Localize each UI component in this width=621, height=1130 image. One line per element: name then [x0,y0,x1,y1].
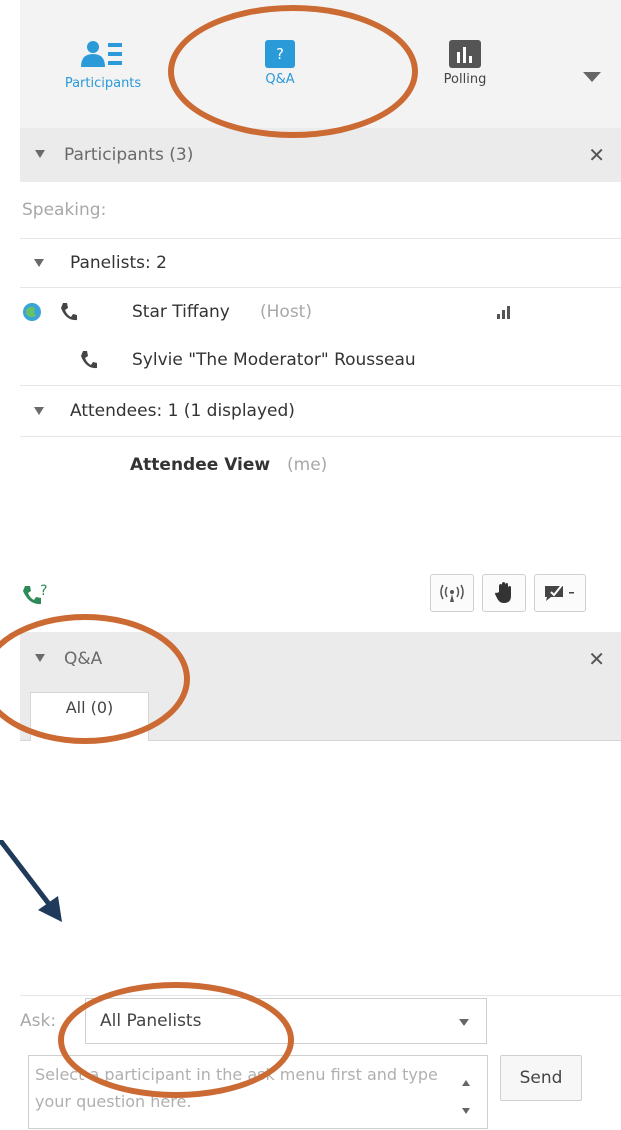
ask-select-value: All Panelists [100,1011,202,1031]
phone-icon [81,351,97,369]
participants-icon [81,41,122,67]
attendees-group-label: Attendees: 1 (1 displayed) [70,401,295,421]
hand-icon [495,582,511,603]
collapse-triangle-icon[interactable] [34,407,44,415]
qa-tab-button[interactable]: ? Q&A [245,40,315,87]
attendees-group-header[interactable]: Attendees: 1 (1 displayed) [20,386,621,437]
question-placeholder: Select a participant in the ask menu fir… [35,1065,438,1111]
speaking-label: Speaking: [22,200,107,220]
participants-panel-header[interactable]: Participants (3) ✕ [20,128,621,182]
qa-tab-strip: All (0) [20,686,621,741]
close-icon[interactable]: ✕ [588,632,605,686]
polling-tab-label: Polling [443,72,487,87]
polling-icon [449,40,481,68]
participant-name: Star Tiffany [132,302,230,322]
polling-tab-button[interactable]: Polling [425,40,505,87]
participants-panel-title: Participants (3) [64,145,194,165]
send-button[interactable]: Send [500,1055,582,1101]
qa-icon: ? [265,40,295,68]
collapse-triangle-icon[interactable] [35,654,45,662]
scroll-down-icon[interactable] [462,1108,470,1114]
participant-role: (Host) [260,302,312,322]
participants-tab-label: Participants [64,76,142,91]
list-item[interactable]: Star Tiffany (Host) [20,290,621,334]
feedback-menu-button[interactable] [534,574,586,612]
list-item[interactable]: Attendee View (me) [20,440,621,490]
participant-name: Sylvie "The Moderator" Rousseau [132,350,416,370]
phone-icon [61,303,77,321]
close-icon[interactable]: ✕ [588,128,605,182]
qa-panel-header[interactable]: Q&A ✕ [20,632,621,686]
more-menu-chevron-icon[interactable] [583,72,601,82]
panelists-group-label: Panelists: 2 [70,253,167,273]
participants-tab-button[interactable]: Participants [58,40,148,91]
raise-hand-button[interactable] [482,574,526,612]
feedback-chat-icon [545,584,574,601]
collapse-triangle-icon[interactable] [34,259,44,267]
speaking-row: Speaking: [20,183,621,239]
broadcast-button[interactable] [430,574,474,612]
top-toolbar: Participants ? Q&A Polling [20,0,621,128]
call-help-icon[interactable]: ? [22,583,52,613]
participant-name: Attendee View [130,455,271,475]
ask-select[interactable]: All Panelists [85,998,487,1044]
scroll-up-icon[interactable] [462,1080,470,1086]
status-globe-icon [23,303,41,321]
chevron-down-icon [459,1019,469,1026]
question-textarea[interactable]: Select a participant in the ask menu fir… [28,1055,488,1129]
list-item[interactable]: Sylvie "The Moderator" Rousseau [20,336,621,386]
tab-all[interactable]: All (0) [30,692,149,741]
broadcast-icon [440,584,464,602]
participant-role: (me) [287,455,328,475]
audio-level-icon [497,306,510,319]
ask-label: Ask: [20,1011,57,1031]
qa-tab-label: Q&A [265,72,295,87]
collapse-triangle-icon[interactable] [35,150,45,158]
svg-text:?: ? [40,583,47,599]
panelists-group-header[interactable]: Panelists: 2 [20,239,621,288]
qa-panel-title: Q&A [64,649,103,669]
annotation-arrow-icon [0,840,62,922]
